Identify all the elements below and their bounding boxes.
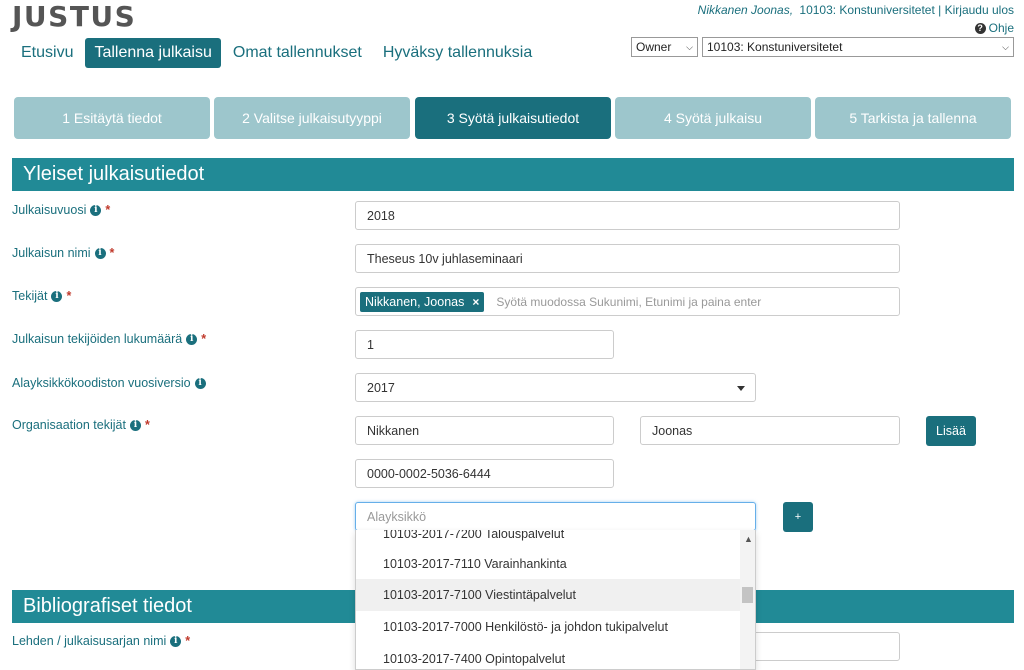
author-count-label: Julkaisun tekijöiden lukumäärä i *: [12, 332, 206, 346]
title-label: Julkaisun nimi i *: [12, 246, 114, 260]
help-link[interactable]: ? Ohje: [974, 21, 1014, 35]
organization-select[interactable]: 10103: Konstuniversitetet ⌵: [702, 37, 1014, 57]
subunit-dropdown: 10103-2017-7200 Talouspalvelut 10103-201…: [355, 530, 756, 670]
step-5[interactable]: 5 Tarkista ja tallenna: [815, 97, 1011, 139]
orcid-value: 0000-0002-5036-6444: [367, 466, 491, 481]
scroll-up-icon[interactable]: ▲: [744, 534, 753, 544]
dropdown-option[interactable]: 10103-2017-7000 Henkilöstö- ja johdon tu…: [356, 611, 742, 643]
step-2[interactable]: 2 Valitse julkaisutyyppi: [214, 97, 410, 139]
org-authors-label-text: Organisaation tekijät: [12, 418, 126, 432]
organization-select-value: 10103: Konstuniversitetet: [707, 40, 843, 54]
required-marker: *: [144, 418, 150, 432]
chevron-down-icon: ⌵: [686, 41, 693, 52]
title-label-text: Julkaisun nimi: [12, 246, 91, 260]
authors-tag-input[interactable]: Nikkanen, Joonas × Syötä muodossa Sukuni…: [355, 287, 900, 316]
lastname-value: Nikkanen: [367, 423, 420, 438]
journal-label: Lehden / julkaisusarjan nimi i *: [12, 634, 190, 648]
nav-etusivu[interactable]: Etusivu: [12, 38, 82, 68]
author-tag: Nikkanen, Joonas ×: [360, 291, 485, 312]
dropdown-option-highlighted[interactable]: 10103-2017-7100 Viestintäpalvelut: [356, 579, 742, 611]
lastname-input[interactable]: Nikkanen: [355, 416, 614, 445]
unit-version-value: 2017: [367, 380, 395, 395]
author-count-label-text: Julkaisun tekijöiden lukumäärä: [12, 332, 183, 346]
step-1[interactable]: 1 Esitäytä tiedot: [14, 97, 210, 139]
step-3[interactable]: 3 Syötä julkaisutiedot: [415, 97, 611, 139]
title-input-value: Theseus 10v juhlaseminaari: [367, 251, 523, 266]
info-icon[interactable]: i: [94, 247, 106, 259]
author-tag-label: Nikkanen, Joonas: [365, 294, 465, 309]
unit-version-select[interactable]: 2017: [355, 373, 756, 402]
remove-tag-icon[interactable]: ×: [472, 295, 479, 309]
firstname-value: Joonas: [652, 423, 693, 438]
orcid-input[interactable]: 0000-0002-5036-6444: [355, 459, 614, 488]
year-label-text: Julkaisuvuosi: [12, 203, 87, 217]
unit-version-label-text: Alayksikkökoodiston vuosiversio: [12, 376, 191, 390]
info-icon[interactable]: i: [51, 290, 63, 302]
section-heading-general: Yleiset julkaisutiedot: [12, 158, 1014, 191]
dropdown-option[interactable]: 10103-2017-7400 Opintopalvelut: [356, 643, 742, 669]
dropdown-option[interactable]: 10103-2017-7200 Talouspalvelut: [356, 530, 742, 550]
scrollbar-thumb[interactable]: [742, 587, 753, 603]
authors-label-text: Tekijät: [12, 289, 48, 303]
year-input[interactable]: 2018: [355, 201, 900, 230]
step-4[interactable]: 4 Syötä julkaisu: [615, 97, 811, 139]
question-icon: ?: [974, 22, 986, 34]
dropdown-scrollbar[interactable]: ▲: [740, 530, 755, 669]
add-subunit-button[interactable]: +: [783, 502, 813, 532]
user-name: Nikkanen Joonas,: [697, 3, 794, 17]
firstname-input[interactable]: Joonas: [640, 416, 900, 445]
required-marker: *: [66, 289, 72, 303]
help-label: Ohje: [988, 21, 1014, 35]
year-label: Julkaisuvuosi i *: [12, 203, 110, 217]
required-marker: *: [185, 634, 191, 648]
year-input-value: 2018: [367, 208, 395, 223]
nav-tallenna-julkaisu[interactable]: Tallenna julkaisu: [85, 38, 221, 68]
nav-hyvaksy-tallennuksia[interactable]: Hyväksy tallennuksia: [374, 38, 541, 68]
subunit-input[interactable]: Alayksikkö: [355, 502, 756, 531]
wizard-steps: 1 Esitäytä tiedot 2 Valitse julkaisutyyp…: [14, 97, 1012, 139]
required-marker: *: [105, 203, 111, 217]
title-input[interactable]: Theseus 10v juhlaseminaari: [355, 244, 900, 273]
user-separator: |: [938, 3, 942, 17]
user-info: Nikkanen Joonas, 10103: Konstuniversitet…: [698, 3, 1014, 17]
authors-label: Tekijät i *: [12, 289, 71, 303]
subunit-placeholder: Alayksikkö: [367, 509, 427, 524]
role-select[interactable]: Owner ⌵: [631, 37, 698, 57]
unit-version-label: Alayksikkökoodiston vuosiversio i: [12, 376, 206, 390]
required-marker: *: [109, 246, 115, 260]
app-logo: JUSTUS: [12, 0, 137, 33]
logout-link[interactable]: Kirjaudu ulos: [945, 3, 1014, 17]
author-count-input[interactable]: 1: [355, 330, 614, 359]
info-icon[interactable]: i: [194, 377, 206, 389]
nav-omat-tallennukset[interactable]: Omat tallennukset: [224, 38, 371, 68]
required-marker: *: [201, 332, 207, 346]
info-icon[interactable]: i: [129, 419, 141, 431]
journal-label-text: Lehden / julkaisusarjan nimi: [12, 634, 167, 648]
org-authors-label: Organisaation tekijät i *: [12, 418, 150, 432]
dropdown-option[interactable]: 10103-2017-7110 Varainhankinta: [356, 548, 742, 580]
add-author-button[interactable]: Lisää: [926, 416, 976, 446]
role-select-value: Owner: [636, 40, 672, 54]
caret-down-icon: [737, 386, 745, 391]
user-org: 10103: Konstuniversitetet: [799, 3, 935, 17]
author-count-value: 1: [367, 337, 374, 352]
main-nav: Etusivu Tallenna julkaisu Omat tallennuk…: [12, 38, 544, 68]
chevron-down-icon: ⌵: [1002, 41, 1009, 52]
info-icon[interactable]: i: [186, 333, 198, 345]
info-icon[interactable]: i: [90, 204, 102, 216]
authors-placeholder: Syötä muodossa Sukunimi, Etunimi ja pain…: [496, 294, 762, 309]
info-icon[interactable]: i: [170, 635, 182, 647]
